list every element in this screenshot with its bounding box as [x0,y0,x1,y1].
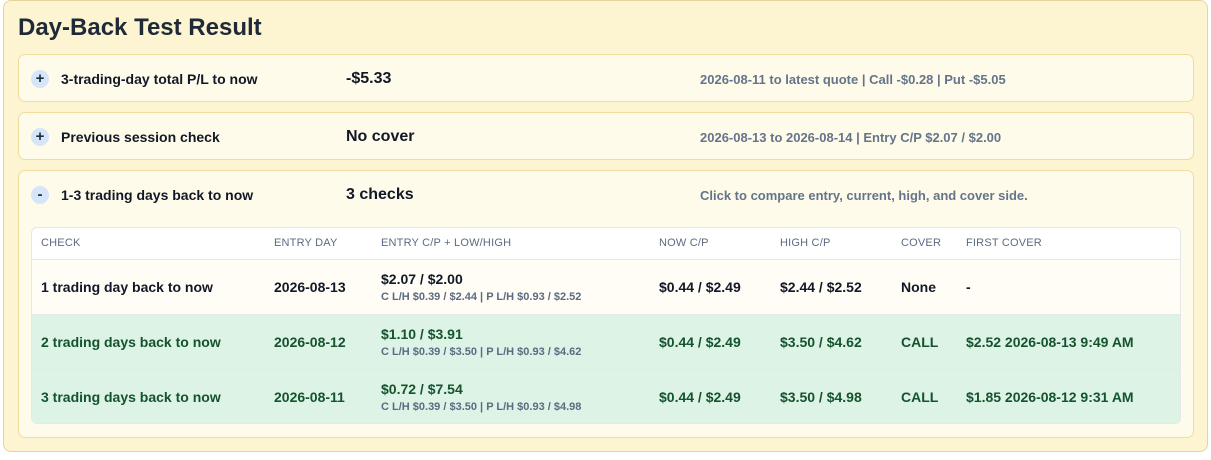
expand-toggle-icon[interactable]: + [31,128,49,146]
entry-cp-cell: $0.72 / $7.54 C L/H $0.39 / $3.50 | P L/… [372,369,650,423]
entry-day-cell: 2026-08-12 [265,314,372,370]
high-cp-cell: $2.44 / $2.52 [771,259,892,315]
check-cell: 1 trading day back to now [32,259,265,315]
section-value: No cover [346,128,415,145]
now-cp-cell: $0.44 / $2.49 [650,369,771,423]
days-back-section: - 1-3 trading days back to now 3 checks … [18,170,1194,438]
entry-cp-value: $1.10 / $3.91 [381,325,463,342]
cover-cell: None [892,259,957,315]
high-cp-cell: $3.50 / $4.98 [771,369,892,423]
first-cover-cell: - [957,259,1180,315]
panel-title: Day-Back Test Result [18,14,262,41]
column-header-entry-day: Entry Day [265,228,372,260]
table-row: 3 trading days back to now 2026-08-11 $0… [32,369,1180,423]
column-header-first-cover: First Cover [957,228,1180,260]
check-cell: 3 trading days back to now [32,369,265,423]
check-cell: 2 trading days back to now [32,314,265,370]
checks-table: Check Entry Day Entry C/P + Low/High Now… [31,227,1181,424]
section-value: 3 checks [346,186,414,203]
now-cp-cell: $0.44 / $2.49 [650,314,771,370]
entry-day-cell: 2026-08-11 [265,369,372,423]
section-meta: Click to compare entry, current, high, a… [700,188,1028,203]
entry-cp-value: $0.72 / $7.54 [381,380,463,397]
section-meta: 2026-08-13 to 2026-08-14 | Entry C/P $2.… [700,130,1002,145]
column-header-now-cp: Now C/P [650,228,771,260]
entry-cp-cell: $1.10 / $3.91 C L/H $0.39 / $3.50 | P L/… [372,314,650,370]
previous-session-section[interactable]: + Previous session check No cover 2026-0… [18,112,1194,160]
entry-day-cell: 2026-08-13 [265,259,372,315]
column-header-cover: Cover [892,228,957,260]
table-header-row: Check Entry Day Entry C/P + Low/High Now… [32,228,1180,260]
table-row: 1 trading day back to now 2026-08-13 $2.… [32,259,1180,315]
column-header-high-cp: High C/P [771,228,892,260]
day-back-test-panel: Day-Back Test Result + 3-trading-day tot… [3,0,1208,452]
high-cp-cell: $3.50 / $4.62 [771,314,892,370]
section-meta: 2026-08-11 to latest quote | Call -$0.28… [700,72,1006,87]
first-cover-cell: $1.85 2026-08-12 9:31 AM [957,369,1180,423]
total-pl-section[interactable]: + 3-trading-day total P/L to now -$5.33 … [18,54,1194,102]
entry-cp-value: $2.07 / $2.00 [381,270,463,287]
now-cp-cell: $0.44 / $2.49 [650,259,771,315]
expand-toggle-icon[interactable]: + [31,70,49,88]
first-cover-cell: $2.52 2026-08-13 9:49 AM [957,314,1180,370]
section-value: -$5.33 [346,70,392,87]
section-label: Previous session check [61,129,220,145]
low-high-value: C L/H $0.39 / $3.50 | P L/H $0.93 / $4.9… [381,400,582,413]
column-header-entry-cp: Entry C/P + Low/High [372,228,650,260]
column-header-check: Check [32,228,265,260]
collapse-toggle-icon[interactable]: - [31,186,49,204]
low-high-value: C L/H $0.39 / $2.44 | P L/H $0.93 / $2.5… [381,290,582,303]
low-high-value: C L/H $0.39 / $3.50 | P L/H $0.93 / $4.6… [381,345,582,358]
section-label: 3-trading-day total P/L to now [61,71,258,87]
entry-cp-cell: $2.07 / $2.00 C L/H $0.39 / $2.44 | P L/… [372,259,650,315]
cover-cell: CALL [892,314,957,370]
table-row: 2 trading days back to now 2026-08-12 $1… [32,314,1180,370]
section-label[interactable]: 1-3 trading days back to now [61,187,253,203]
cover-cell: CALL [892,369,957,423]
